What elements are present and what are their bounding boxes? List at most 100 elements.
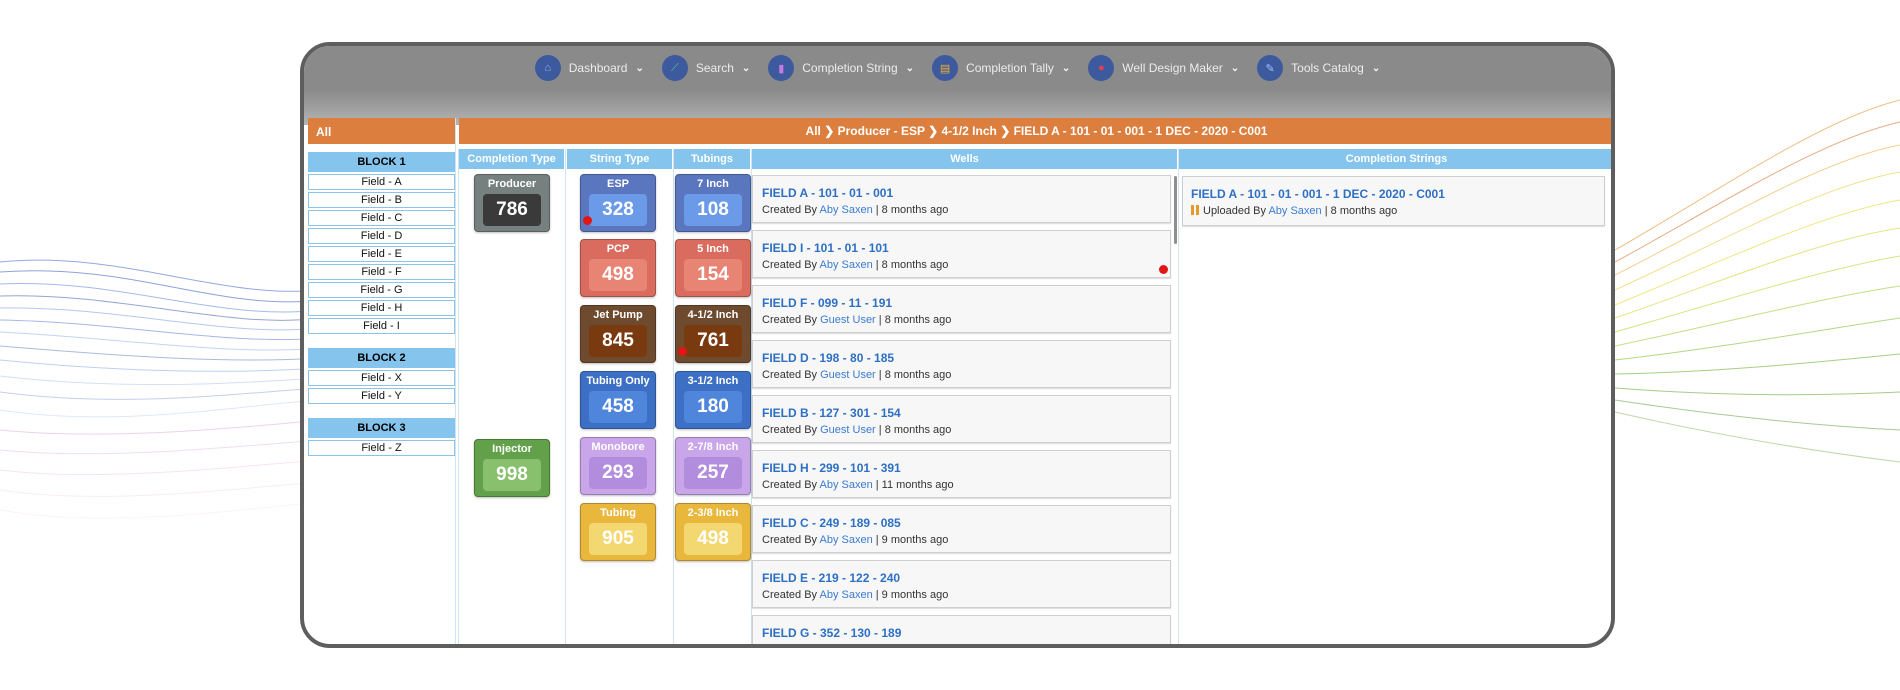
well-card[interactable]: FIELD D - 198 - 80 - 185 Created By Gues…	[752, 340, 1171, 388]
tile-count: 458	[589, 391, 647, 423]
user-link[interactable]: Aby Saxen	[819, 259, 872, 271]
tubing-2-7-8-inch[interactable]: 2-7/8 Inch 257	[675, 437, 751, 495]
breadcrumb-item[interactable]: Producer - ESP	[838, 124, 925, 138]
completion-string-title[interactable]: FIELD A - 101 - 01 - 001 - 1 DEC - 2020 …	[1191, 187, 1445, 201]
well-title[interactable]: FIELD G - 352 - 130 - 189	[762, 626, 901, 640]
completion-type-producer[interactable]: Producer 786	[474, 174, 550, 232]
well-title[interactable]: FIELD F - 099 - 11 - 191	[762, 296, 892, 310]
completion-string-card[interactable]: FIELD A - 101 - 01 - 001 - 1 DEC - 2020 …	[1182, 176, 1605, 226]
string-type-pcp[interactable]: PCP 498	[580, 239, 656, 297]
well-card[interactable]: FIELD A - 101 - 01 - 001 Created By Aby …	[752, 175, 1171, 223]
tubing-5-inch[interactable]: 5 Inch 154	[675, 239, 751, 297]
tubing-7-inch[interactable]: 7 Inch 108	[675, 174, 751, 232]
column-header-wells: Wells	[752, 149, 1177, 169]
user-link[interactable]: Aby Saxen	[819, 589, 872, 601]
tile-label: Injector	[492, 443, 532, 455]
tile-count: 786	[483, 194, 541, 226]
field-item[interactable]: Field - A	[308, 174, 455, 190]
string-type-jet-pump[interactable]: Jet Pump 845	[580, 305, 656, 363]
nav-label: Dashboard	[568, 61, 628, 75]
field-item[interactable]: Field - D	[308, 228, 455, 244]
string-type-tubing[interactable]: Tubing 905	[580, 503, 656, 561]
selected-indicator	[1159, 265, 1168, 274]
chevron-down-icon: ⌄	[1371, 62, 1381, 74]
field-item[interactable]: Field - Y	[308, 388, 455, 404]
user-link[interactable]: Aby Saxen	[819, 534, 872, 546]
tile-label: 7 Inch	[697, 178, 729, 190]
string-type-monobore[interactable]: Monobore 293	[580, 437, 656, 495]
field-item[interactable]: Field - B	[308, 192, 455, 208]
meta-prefix: Created By	[762, 204, 818, 216]
well-title[interactable]: FIELD E - 219 - 122 - 240	[762, 571, 900, 585]
well-card[interactable]: FIELD I - 101 - 01 - 101 Created By Aby …	[752, 230, 1171, 278]
well-meta: Created By Aby Saxen | 9 months ago	[762, 534, 949, 546]
well-title[interactable]: FIELD I - 101 - 01 - 101	[762, 241, 889, 255]
user-link[interactable]: Aby Saxen	[819, 479, 872, 491]
nav-tools-catalog[interactable]: ✎ Tools Catalog ⌄	[1257, 55, 1380, 81]
tubing-2-3-8-inch[interactable]: 2-3/8 Inch 498	[675, 503, 751, 561]
string-type-esp[interactable]: ESP 328	[580, 174, 656, 232]
timestamp: 8 months ago	[881, 259, 949, 271]
well-card[interactable]: FIELD B - 127 - 301 - 154 Created By Gue…	[752, 395, 1171, 443]
well-card[interactable]: FIELD G - 352 - 130 - 189	[752, 615, 1171, 644]
meta-prefix: Created By	[762, 369, 818, 381]
well-title[interactable]: FIELD D - 198 - 80 - 185	[762, 351, 894, 365]
selected-indicator	[678, 347, 687, 356]
tubing-4-1-2-inch[interactable]: 4-1/2 Inch 761	[675, 305, 751, 363]
user-link[interactable]: Guest User	[820, 424, 876, 436]
home-icon: ⌂	[534, 55, 561, 81]
string-type-tubing-only[interactable]: Tubing Only 458	[580, 371, 656, 429]
timestamp: 8 months ago	[1330, 205, 1398, 217]
user-link[interactable]: Guest User	[820, 369, 876, 381]
field-item[interactable]: Field - F	[308, 264, 455, 280]
breadcrumb-item[interactable]: 4-1/2 Inch	[941, 124, 996, 138]
tile-label: PCP	[606, 243, 630, 255]
nav-label: Search	[695, 61, 734, 75]
completion-type-injector[interactable]: Injector 998	[474, 439, 550, 497]
nav-search[interactable]: ⟋ Search ⌄	[661, 55, 750, 81]
field-item[interactable]: Field - E	[308, 246, 455, 262]
well-card[interactable]: FIELD F - 099 - 11 - 191 Created By Gues…	[752, 285, 1171, 333]
field-item[interactable]: Field - G	[308, 282, 455, 298]
breadcrumb-item[interactable]: All	[806, 124, 821, 138]
nav-completion-tally[interactable]: ▤ Completion Tally ⌄	[932, 55, 1070, 81]
field-item[interactable]: Field - Z	[308, 440, 455, 456]
app-window: ⌂ Dashboard ⌄ ⟋ Search ⌄ ▮ Completion St…	[300, 42, 1615, 648]
column-header-string-type: String Type	[567, 149, 672, 169]
breadcrumb-item[interactable]: FIELD A - 101 - 01 - 001 - 1 DEC - 2020 …	[1014, 124, 1268, 138]
tile-count: 498	[589, 259, 647, 291]
well-card[interactable]: FIELD H - 299 - 101 - 391 Created By Aby…	[752, 450, 1171, 498]
well-card[interactable]: FIELD E - 219 - 122 - 240 Created By Aby…	[752, 560, 1171, 608]
wells-scrollbar[interactable]	[1174, 176, 1177, 244]
user-link[interactable]: Guest User	[820, 314, 876, 326]
user-link[interactable]: Aby Saxen	[819, 204, 872, 216]
nav-label: Completion String	[802, 61, 898, 75]
well-title[interactable]: FIELD H - 299 - 101 - 391	[762, 461, 901, 475]
timestamp: 9 months ago	[881, 589, 949, 601]
bar-chart-icon: ▮	[768, 55, 795, 81]
block-heading[interactable]: BLOCK 2	[308, 348, 455, 368]
chart-icon: ⟋	[661, 55, 688, 81]
field-item[interactable]: Field - C	[308, 210, 455, 226]
nav-well-design-maker[interactable]: ● Well Design Maker ⌄	[1088, 55, 1239, 81]
field-item[interactable]: Field - X	[308, 370, 455, 386]
column-header-completion-type: Completion Type	[459, 149, 564, 169]
column-divider	[458, 149, 459, 644]
nav-completion-string[interactable]: ▮ Completion String ⌄	[768, 55, 914, 81]
all-filter-button[interactable]: All	[308, 118, 455, 144]
nav-dashboard[interactable]: ⌂ Dashboard ⌄	[534, 55, 644, 81]
user-link[interactable]: Aby Saxen	[1268, 205, 1321, 217]
tubing-3-1-2-inch[interactable]: 3-1/2 Inch 180	[675, 371, 751, 429]
well-title[interactable]: FIELD A - 101 - 01 - 001	[762, 186, 893, 200]
block-heading[interactable]: BLOCK 1	[308, 152, 455, 172]
well-title[interactable]: FIELD C - 249 - 189 - 085	[762, 516, 901, 530]
well-card[interactable]: FIELD C - 249 - 189 - 085 Created By Aby…	[752, 505, 1171, 553]
tile-label: Tubing	[600, 507, 636, 519]
block-heading[interactable]: BLOCK 3	[308, 418, 455, 438]
field-item[interactable]: Field - H	[308, 300, 455, 316]
tile-count: 180	[684, 391, 742, 423]
tile-count: 154	[684, 259, 742, 291]
well-title[interactable]: FIELD B - 127 - 301 - 154	[762, 406, 901, 420]
breadcrumb: All ❯ Producer - ESP ❯ 4-1/2 Inch ❯ FIEL…	[459, 118, 1611, 144]
field-item[interactable]: Field - I	[308, 318, 455, 334]
